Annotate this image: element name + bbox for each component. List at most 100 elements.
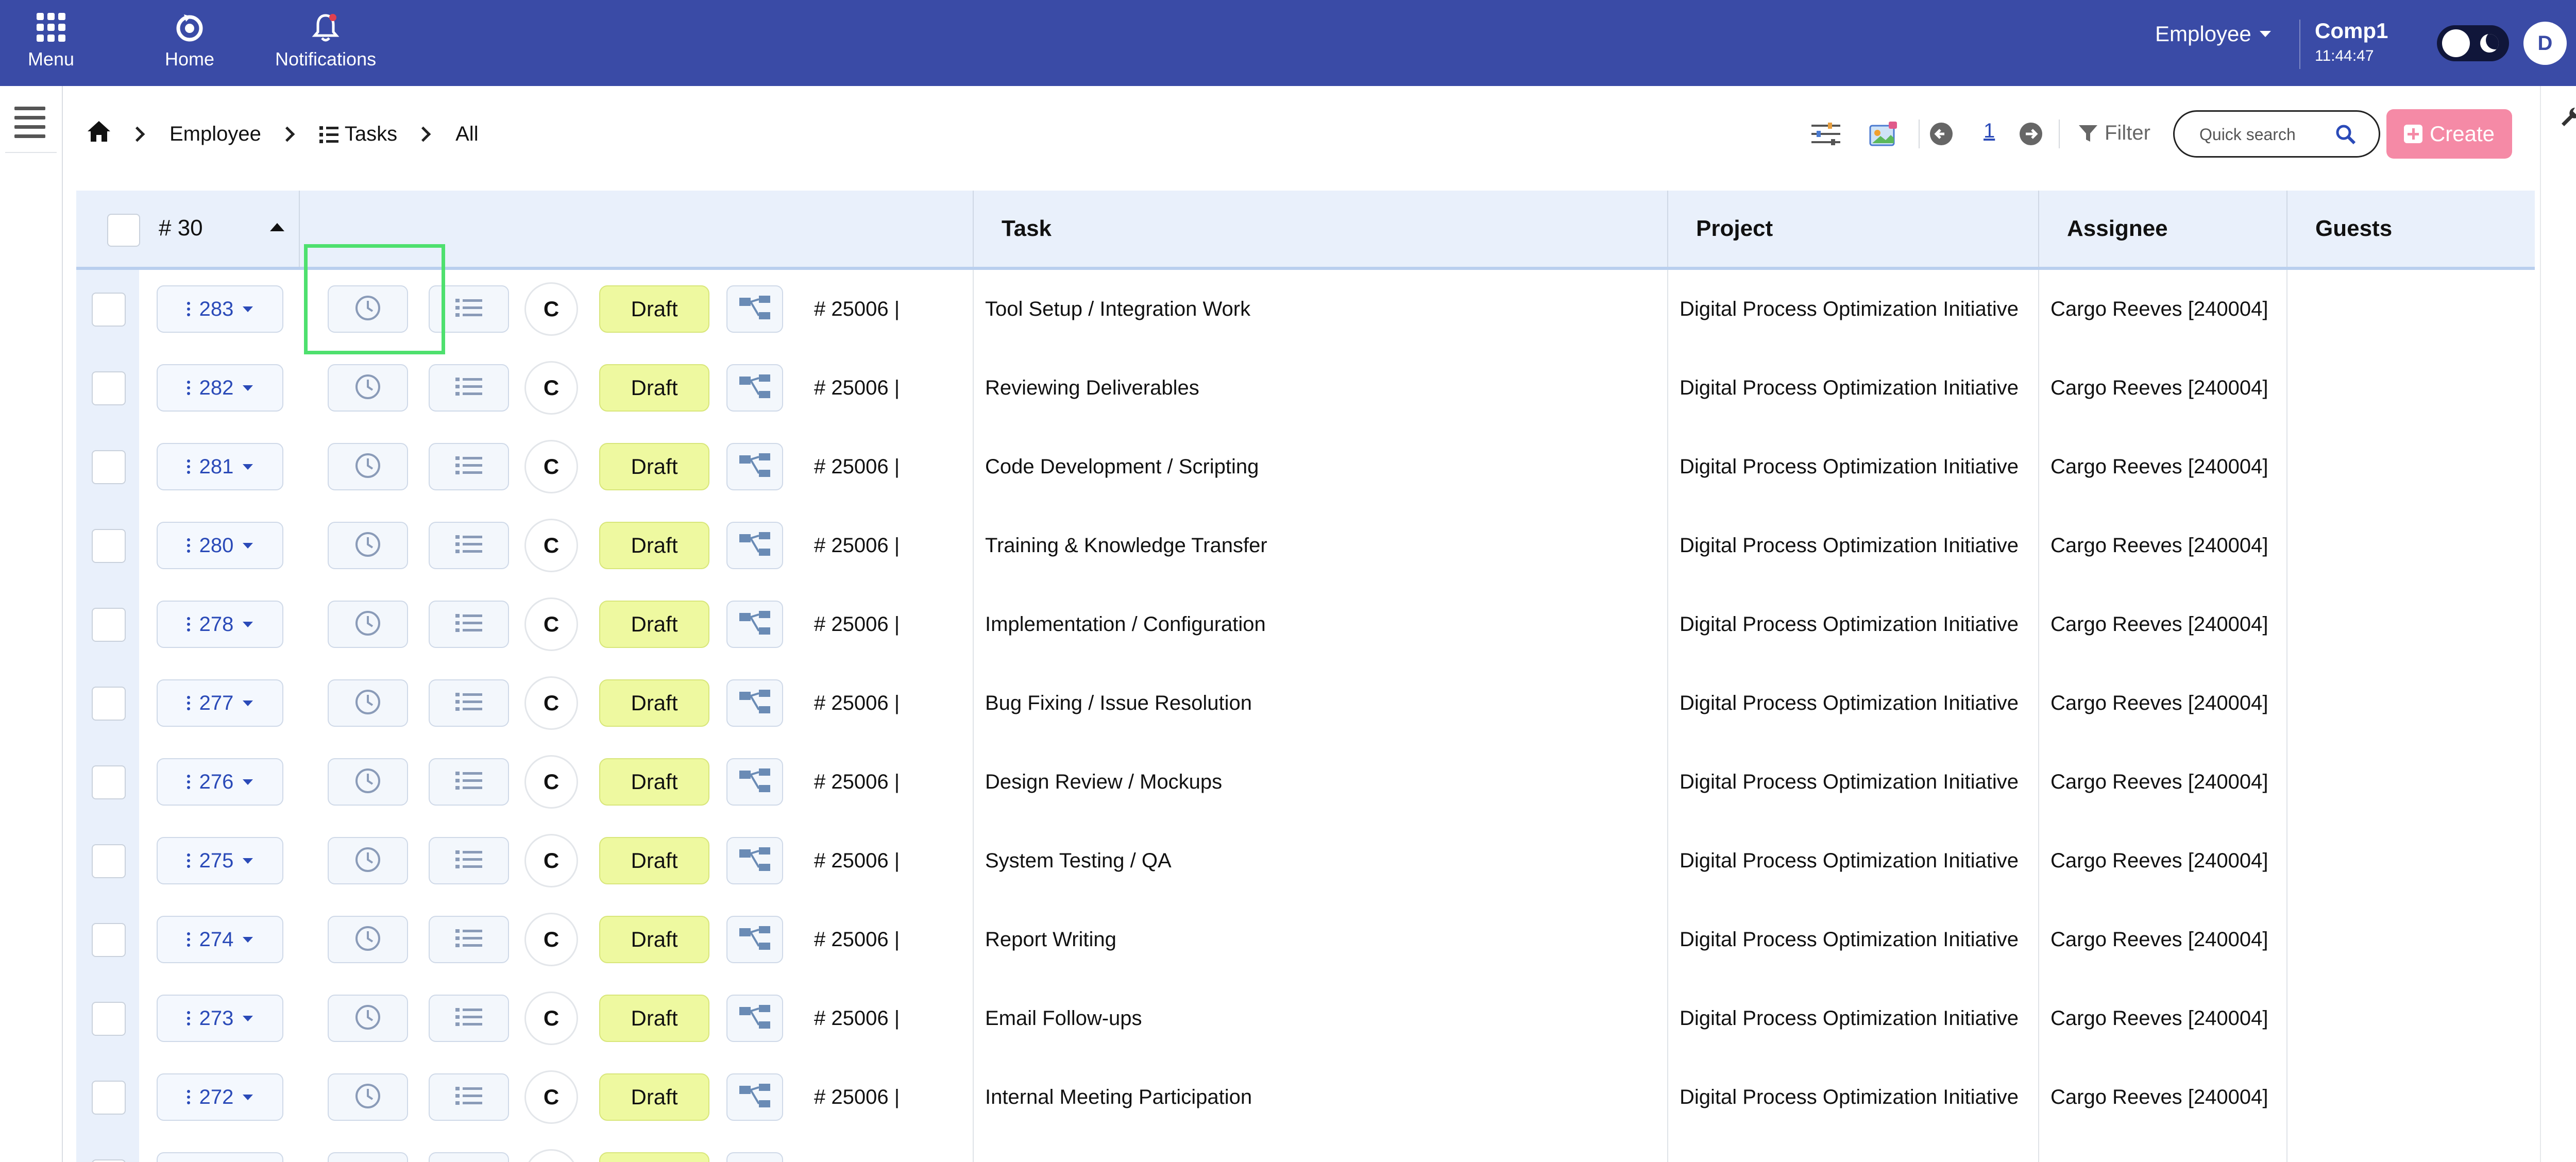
notifications-button[interactable]: Notifications <box>275 11 376 70</box>
time-log-button[interactable] <box>328 837 408 884</box>
time-log-button[interactable] <box>328 522 408 569</box>
task-name[interactable]: Bug Fixing / Issue Resolution <box>985 664 1252 743</box>
search-input[interactable] <box>2198 122 2334 147</box>
table-row[interactable]: 278 C Draft # 25006 | Implementation / Confi… <box>76 585 2535 665</box>
workflow-button[interactable] <box>726 601 783 648</box>
row-checkbox[interactable] <box>92 765 126 799</box>
row-actions-button[interactable]: 273 <box>157 995 283 1042</box>
category-badge[interactable]: C <box>524 440 578 493</box>
menu-button[interactable]: Menu <box>28 11 74 70</box>
status-badge[interactable]: Draft <box>599 758 709 806</box>
time-log-button[interactable] <box>328 679 408 727</box>
details-list-button[interactable] <box>429 1073 509 1121</box>
table-row[interactable]: 273 C Draft # 25006 | Email Follow-ups Digita… <box>76 979 2535 1059</box>
row-checkbox[interactable] <box>92 293 126 327</box>
category-badge[interactable]: C <box>524 913 578 966</box>
details-list-button[interactable] <box>429 1152 509 1162</box>
category-badge[interactable] <box>524 1149 578 1162</box>
quick-search[interactable] <box>2173 110 2380 158</box>
workflow-button[interactable] <box>726 995 783 1042</box>
row-checkbox[interactable] <box>92 923 126 957</box>
workflow-button[interactable] <box>726 837 783 884</box>
status-badge[interactable]: Draft <box>599 285 709 333</box>
column-settings-icon[interactable] <box>1809 117 1842 150</box>
details-list-button[interactable] <box>429 758 509 806</box>
task-name[interactable]: Internal Meeting Participation <box>985 1058 1252 1137</box>
category-badge[interactable]: C <box>524 1070 578 1124</box>
table-row[interactable] <box>76 1137 2535 1162</box>
task-name[interactable]: Code Development / Scripting <box>985 428 1259 506</box>
details-list-button[interactable] <box>429 916 509 963</box>
create-button[interactable]: Create <box>2386 109 2512 159</box>
row-checkbox[interactable] <box>92 1159 126 1162</box>
role-selector[interactable]: Employee <box>2155 22 2271 46</box>
details-list-button[interactable] <box>429 601 509 648</box>
column-header-guests[interactable]: Guests <box>2315 191 2392 267</box>
details-list-button[interactable] <box>429 995 509 1042</box>
row-checkbox[interactable] <box>92 1002 126 1036</box>
time-log-button[interactable] <box>328 916 408 963</box>
category-badge[interactable]: C <box>524 361 578 415</box>
status-badge[interactable]: Draft <box>599 1073 709 1121</box>
table-row[interactable]: 274 C Draft # 25006 | Report Writing Digital … <box>76 900 2535 980</box>
table-row[interactable]: 275 C Draft # 25006 | System Testing / QA Dig… <box>76 822 2535 901</box>
details-list-button[interactable] <box>429 837 509 884</box>
time-log-button[interactable] <box>328 443 408 490</box>
category-badge[interactable]: C <box>524 597 578 651</box>
column-header-project[interactable]: Project <box>1696 191 1773 267</box>
category-badge[interactable]: C <box>524 676 578 730</box>
workflow-button[interactable] <box>726 285 783 333</box>
status-badge[interactable]: Draft <box>599 522 709 569</box>
page-number-link[interactable]: 1 <box>1984 119 1995 143</box>
status-badge[interactable]: Draft <box>599 916 709 963</box>
row-actions-button[interactable]: 281 <box>157 443 283 490</box>
details-list-button[interactable] <box>429 522 509 569</box>
table-row[interactable]: 282 C Draft # 25006 | Reviewing Deliverables… <box>76 349 2535 429</box>
workflow-button[interactable] <box>726 679 783 727</box>
workflow-button[interactable] <box>726 443 783 490</box>
status-badge[interactable]: Draft <box>599 443 709 490</box>
row-checkbox[interactable] <box>92 687 126 721</box>
category-badge[interactable]: C <box>524 992 578 1045</box>
status-badge[interactable]: Draft <box>599 679 709 727</box>
breadcrumb-employee[interactable]: Employee <box>170 123 261 146</box>
row-actions-button[interactable]: 280 <box>157 522 283 569</box>
next-page-icon[interactable] <box>2019 117 2043 150</box>
category-badge[interactable]: C <box>524 282 578 336</box>
time-log-button[interactable] <box>328 1073 408 1121</box>
workflow-button[interactable] <box>726 1152 783 1162</box>
search-icon[interactable] <box>2334 123 2357 148</box>
details-list-button[interactable] <box>429 679 509 727</box>
category-badge[interactable]: C <box>524 755 578 809</box>
task-name[interactable]: Implementation / Configuration <box>985 585 1266 664</box>
select-all-checkbox[interactable] <box>107 214 140 247</box>
row-actions-button[interactable]: 276 <box>157 758 283 806</box>
table-row[interactable]: 281 C Draft # 25006 | Code Development / Scr… <box>76 428 2535 507</box>
hamburger-icon[interactable] <box>14 107 45 144</box>
row-actions-button[interactable]: 277 <box>157 679 283 727</box>
row-checkbox[interactable] <box>92 371 126 405</box>
workflow-button[interactable] <box>726 758 783 806</box>
row-actions-button[interactable]: 274 <box>157 916 283 963</box>
category-badge[interactable]: C <box>524 519 578 572</box>
task-name[interactable]: System Testing / QA <box>985 822 1172 900</box>
sort-asc-icon[interactable] <box>270 223 284 231</box>
task-name[interactable]: Training & Knowledge Transfer <box>985 506 1267 585</box>
category-badge[interactable]: C <box>524 834 578 887</box>
view-options-icon[interactable] <box>1868 117 1899 150</box>
time-log-button[interactable] <box>328 995 408 1042</box>
filter-button[interactable]: Filter <box>2078 122 2150 145</box>
row-actions-button[interactable]: 278 <box>157 601 283 648</box>
workflow-button[interactable] <box>726 1073 783 1121</box>
status-badge[interactable]: Draft <box>599 995 709 1042</box>
column-header-task[interactable]: Task <box>1002 191 1052 267</box>
breadcrumb-tasks[interactable]: Tasks <box>319 123 397 146</box>
wrench-icon[interactable] <box>2560 106 2576 131</box>
previous-page-icon[interactable] <box>1929 117 1954 150</box>
row-actions-button[interactable]: 272 <box>157 1073 283 1121</box>
row-checkbox[interactable] <box>92 450 126 484</box>
task-name[interactable]: Design Review / Mockups <box>985 743 1222 822</box>
task-name[interactable]: Reviewing Deliverables <box>985 349 1199 428</box>
table-row[interactable]: 272 C Draft # 25006 | Internal Meeting Parti… <box>76 1058 2535 1138</box>
details-list-button[interactable] <box>429 443 509 490</box>
